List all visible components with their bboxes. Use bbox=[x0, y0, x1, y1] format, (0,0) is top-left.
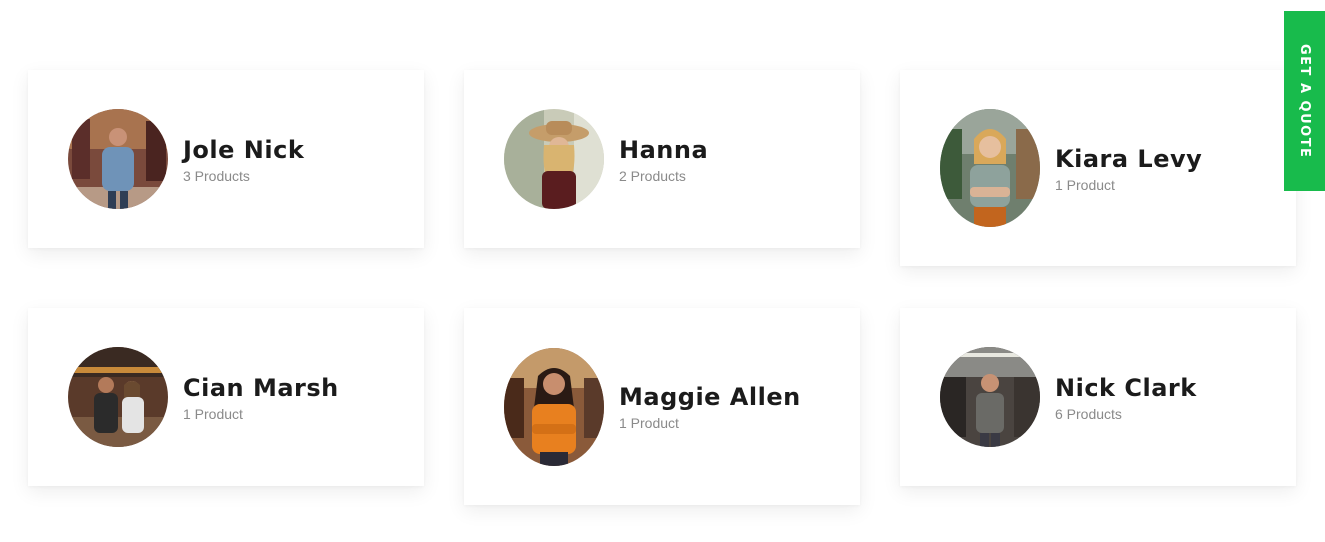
seller-avatar[interactable] bbox=[940, 109, 1040, 227]
seller-info: Kiara Levy 1 Product bbox=[1055, 144, 1202, 193]
seller-product-count: 1 Product bbox=[1055, 176, 1115, 193]
seller-avatar[interactable] bbox=[504, 347, 604, 466]
sellers-page: Jole Nick 3 Products Hanna 2 Products Ki… bbox=[0, 0, 1325, 542]
seller-card-jole-nick[interactable]: Jole Nick 3 Products bbox=[28, 70, 424, 248]
seller-info: Maggie Allen 1 Product bbox=[619, 382, 801, 431]
seller-name[interactable]: Nick Clark bbox=[1055, 373, 1197, 403]
seller-product-count: 1 Product bbox=[619, 415, 679, 431]
seller-product-count: 1 Product bbox=[183, 405, 243, 422]
seller-info: Nick Clark 6 Products bbox=[1055, 373, 1197, 422]
seller-product-count: 2 Products bbox=[619, 167, 686, 184]
seller-name[interactable]: Hanna bbox=[619, 135, 708, 165]
seller-info: Cian Marsh 1 Product bbox=[183, 373, 339, 422]
get-a-quote-label: GET A QUOTE bbox=[1297, 43, 1312, 159]
seller-avatar[interactable] bbox=[504, 109, 604, 209]
seller-card-hanna[interactable]: Hanna 2 Products bbox=[464, 70, 860, 248]
seller-card-kiara-levy[interactable]: Kiara Levy 1 Product bbox=[900, 70, 1296, 266]
seller-info: Hanna 2 Products bbox=[619, 135, 708, 184]
seller-product-count: 3 Products bbox=[183, 167, 250, 184]
seller-card-maggie-allen[interactable]: Maggie Allen 1 Product bbox=[464, 308, 860, 505]
seller-name[interactable]: Jole Nick bbox=[183, 135, 304, 165]
seller-info: Jole Nick 3 Products bbox=[183, 135, 304, 184]
seller-product-count: 6 Products bbox=[1055, 405, 1122, 422]
get-a-quote-tab[interactable]: GET A QUOTE bbox=[1284, 11, 1325, 191]
seller-card-nick-clark[interactable]: Nick Clark 6 Products bbox=[900, 308, 1296, 486]
seller-name[interactable]: Cian Marsh bbox=[183, 373, 339, 403]
seller-card-cian-marsh[interactable]: Cian Marsh 1 Product bbox=[28, 308, 424, 486]
seller-avatar[interactable] bbox=[68, 347, 168, 447]
seller-name[interactable]: Kiara Levy bbox=[1055, 144, 1202, 174]
seller-name[interactable]: Maggie Allen bbox=[619, 382, 801, 412]
seller-avatar[interactable] bbox=[940, 347, 1040, 447]
seller-avatar[interactable] bbox=[68, 109, 168, 209]
